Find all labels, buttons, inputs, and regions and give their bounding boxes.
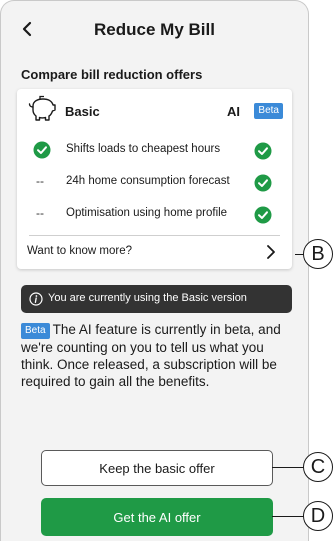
- get-ai-offer-button[interactable]: Get the AI offer: [41, 498, 273, 536]
- page-title: Reduce My Bill: [94, 20, 215, 39]
- know-more-link[interactable]: Want to know more?: [17, 237, 292, 267]
- check-icon: [254, 174, 272, 192]
- not-included-mark: --: [36, 174, 44, 188]
- beta-note-text: The AI feature is currently in beta, and…: [21, 322, 281, 389]
- phone-screen: Reduce My Bill Compare bill reduction of…: [0, 0, 309, 541]
- plan-name-ai: AI: [227, 104, 240, 119]
- check-icon: [254, 142, 272, 160]
- callout-d: D: [303, 501, 333, 531]
- banner-text: You are currently using the Basic versio…: [48, 292, 247, 304]
- feature-row-forecast: -- 24h home consumption forecast: [17, 171, 292, 193]
- callout-b: B: [303, 239, 333, 269]
- feature-label: Optimisation using home profile: [66, 207, 228, 219]
- callout-b-label: B: [311, 242, 325, 265]
- info-icon: [29, 292, 43, 306]
- plan-header-row: Basic AI Beta: [17, 89, 292, 131]
- chevron-right-icon: [267, 245, 275, 259]
- callout-d-label: D: [310, 504, 326, 527]
- feature-label: 24h home consumption forecast: [66, 175, 230, 187]
- offers-card: Basic AI Beta Shifts loads to cheapest h…: [17, 89, 292, 269]
- know-more-label: Want to know more?: [27, 245, 133, 257]
- card-divider: [29, 235, 280, 236]
- callout-line-d: [272, 516, 304, 517]
- beta-badge: Beta: [254, 103, 283, 119]
- plan-name-basic: Basic: [65, 104, 100, 119]
- callout-c: C: [303, 452, 333, 482]
- check-icon: [33, 141, 51, 159]
- compare-title: Compare bill reduction offers: [21, 67, 203, 82]
- beta-badge: Beta: [21, 323, 50, 339]
- not-included-mark: --: [36, 206, 44, 220]
- check-icon: [254, 206, 272, 224]
- piggy-bank-icon: [28, 95, 56, 121]
- callout-c-label: C: [310, 455, 326, 478]
- keep-basic-offer-button[interactable]: Keep the basic offer: [41, 450, 273, 486]
- feature-label: Shifts loads to cheapest hours: [66, 143, 221, 155]
- feature-row-home-profile: -- Optimisation using home profile: [17, 203, 292, 225]
- beta-note: Beta The AI feature is currently in beta,…: [21, 321, 293, 390]
- header: Reduce My Bill: [1, 1, 308, 55]
- callout-line-c: [272, 467, 304, 468]
- feature-row-shift-loads: Shifts loads to cheapest hours: [17, 139, 292, 161]
- current-version-banner: You are currently using the Basic versio…: [21, 285, 292, 313]
